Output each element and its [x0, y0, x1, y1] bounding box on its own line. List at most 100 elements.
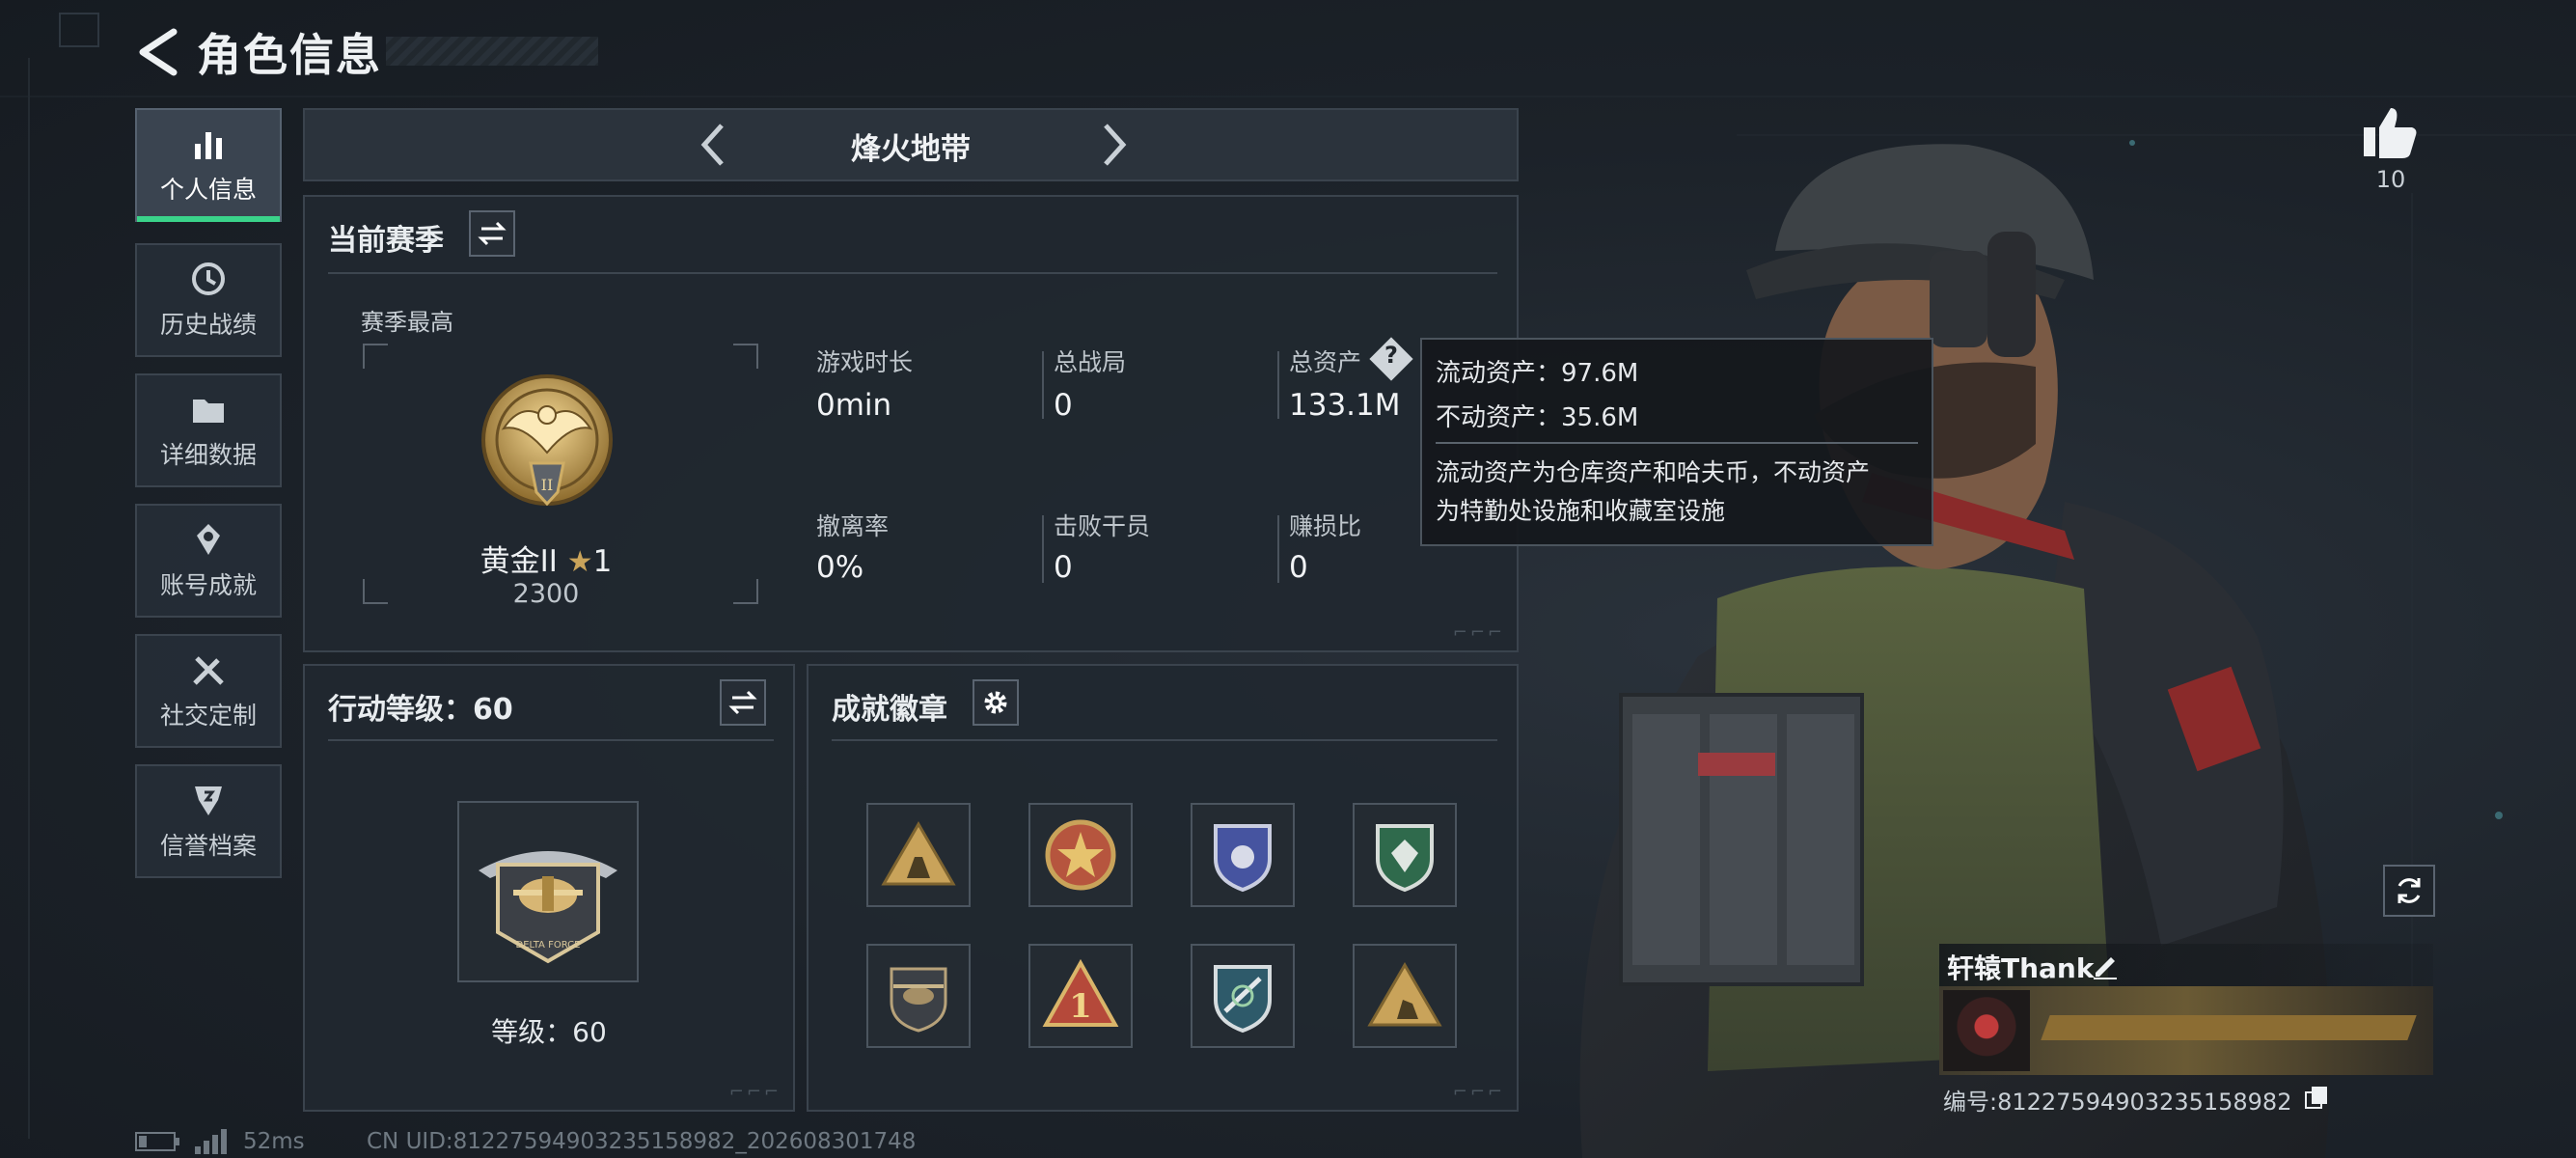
- stat-label: 撤离率: [816, 512, 890, 540]
- sidebar-item-detailed-data[interactable]: 详细数据: [135, 373, 282, 487]
- triangle-soldiers-badge-icon: [881, 821, 956, 886]
- chevron-right-icon[interactable]: [1094, 120, 1133, 170]
- panel-corner-decoration: ⌐⌐⌐: [1452, 622, 1505, 643]
- achievement-icon: [197, 524, 220, 555]
- sidebar-item-label: 社交定制: [159, 702, 257, 730]
- rank-stars: 1: [592, 544, 613, 579]
- stat-value: 0min: [816, 388, 892, 423]
- season-swap-button[interactable]: [469, 210, 515, 257]
- stat-value: 133.1M: [1289, 388, 1401, 423]
- action-level-panel: 行动等级：60 DELTA FORCE 等级：60 ⌐⌐⌐: [303, 664, 795, 1112]
- player-banner[interactable]: [1939, 986, 2433, 1075]
- fixed-assets-text: 不动资产：35.6M: [1436, 403, 1639, 432]
- divider: [1277, 515, 1279, 583]
- blue-shield-badge-icon: [1214, 824, 1272, 893]
- uid-text: CN UID:81227594903235158982_202608301748: [367, 1129, 917, 1154]
- stat-value: 0: [1289, 550, 1308, 585]
- season-panel: 当前赛季 赛季最高 II 黄金II ★1 2300 游戏时长 0min 总战局 …: [303, 195, 1519, 652]
- help-icon-glyph: ?: [1384, 342, 1398, 369]
- sidebar-item-social-custom[interactable]: 社交定制: [135, 634, 282, 748]
- shield-credit-icon: [195, 786, 222, 815]
- badge-slot[interactable]: [1353, 944, 1457, 1048]
- helicopter-badge-icon: [890, 967, 947, 1033]
- tools-icon: [193, 656, 224, 685]
- star-icon: ★: [566, 545, 593, 579]
- liquid-assets-text: 流动资产：97.6M: [1436, 359, 1639, 388]
- season-best-label: 赛季最高: [361, 309, 453, 336]
- title-bar: 角色信息: [135, 23, 382, 81]
- sidebar-item-label: 信誉档案: [159, 832, 257, 860]
- badge-slot[interactable]: [866, 944, 971, 1048]
- stat-value: 0%: [816, 550, 864, 585]
- stat-value: 0: [1054, 388, 1073, 423]
- badge-slot[interactable]: [1191, 944, 1295, 1048]
- stat-label: 游戏时长: [816, 348, 914, 376]
- edit-pencil-icon[interactable]: [2090, 950, 2121, 980]
- divider: [1042, 515, 1044, 583]
- back-arrow-icon[interactable]: [135, 28, 179, 76]
- helicopter-emblem-icon: DELTA FORCE: [479, 851, 617, 964]
- panel-corner-decoration: ⌐⌐⌐: [728, 1082, 781, 1102]
- achievements-panel: 成就徽章 1 ⌐⌐⌐: [807, 664, 1519, 1112]
- rank-name: 黄金II: [480, 544, 558, 579]
- badge-slot[interactable]: [1191, 803, 1295, 907]
- banner-weapon-art: [2041, 1015, 2417, 1040]
- frame-corner: [363, 344, 388, 369]
- action-level-swap-button[interactable]: [720, 679, 766, 726]
- likes-count: 10: [2375, 166, 2406, 193]
- refresh-button[interactable]: [2383, 865, 2435, 917]
- divider: [1277, 351, 1279, 419]
- star-emblem-badge-icon: [1045, 819, 1116, 891]
- badge-slot[interactable]: [1353, 803, 1457, 907]
- player-name-bar: 轩辕Thank: [1939, 944, 2433, 986]
- svg-text:1: 1: [1069, 987, 1092, 1026]
- battery-icon: [135, 1132, 179, 1151]
- badge-slot[interactable]: 1: [1028, 944, 1133, 1048]
- level-emblem-frame: DELTA FORCE: [457, 801, 639, 982]
- level-text: 等级：60: [491, 1016, 607, 1048]
- copy-icon[interactable]: [2304, 1085, 2329, 1110]
- stat-label: 总资产: [1289, 348, 1362, 376]
- refresh-icon: [2398, 878, 2421, 903]
- divider: [328, 272, 1497, 274]
- player-name: 轩辕Thank: [1947, 952, 2095, 984]
- sidebar-item-personal-info[interactable]: 个人信息: [135, 108, 282, 222]
- frame-corner: [733, 344, 758, 369]
- achievements-header: 成就徽章: [832, 693, 947, 727]
- divider: [328, 739, 774, 741]
- achievements-settings-button[interactable]: [973, 679, 1019, 726]
- svg-text:DELTA FORCE: DELTA FORCE: [516, 940, 581, 951]
- sidebar-item-label: 详细数据: [159, 441, 257, 469]
- badge-slot[interactable]: [1028, 803, 1133, 907]
- title-decoration: [386, 37, 598, 66]
- crossed-shield-badge-icon: [1214, 965, 1272, 1034]
- badge-slot[interactable]: [866, 803, 971, 907]
- stat-label: 总战局: [1054, 348, 1127, 376]
- divider: [832, 739, 1497, 741]
- sidebar-item-label: 个人信息: [159, 176, 257, 204]
- page-title: 角色信息: [197, 29, 382, 81]
- green-shield-badge-icon: [1376, 824, 1434, 893]
- kneeling-soldier-badge-icon: [1367, 962, 1442, 1027]
- sidebar-item-history[interactable]: 历史战绩: [135, 243, 282, 357]
- panel-corner-decoration: ⌐⌐⌐: [1452, 1082, 1505, 1102]
- player-avatar[interactable]: [1943, 990, 2030, 1071]
- svg-text:II: II: [541, 476, 554, 494]
- bar-chart-icon: [195, 132, 222, 159]
- stat-value: 0: [1054, 550, 1073, 585]
- gear-icon: [984, 691, 1007, 714]
- action-level-header: 行动等级：60: [328, 693, 513, 727]
- season-header: 当前赛季: [328, 224, 444, 258]
- signal-icon: [195, 1129, 227, 1154]
- number-one-badge-icon: 1: [1042, 958, 1119, 1027]
- assets-description-line-1: 流动资产为仓库资产和哈夫币，不动资产: [1436, 458, 1871, 486]
- assets-description-line-2: 为特勤处设施和收藏室设施: [1436, 497, 1726, 525]
- stat-label: 赚损比: [1289, 512, 1362, 540]
- mode-selector: 烽火地带: [303, 108, 1519, 181]
- thumbs-up-icon[interactable]: [2362, 104, 2418, 158]
- player-id: 编号:81227594903235158982: [1943, 1089, 2292, 1116]
- stat-label: 击败干员: [1054, 512, 1151, 540]
- sidebar-item-achievements[interactable]: 账号成就: [135, 504, 282, 618]
- assets-tooltip: 流动资产：97.6M 不动资产：35.6M 流动资产为仓库资产和哈夫币，不动资产…: [1420, 338, 1933, 546]
- sidebar-item-credit-record[interactable]: 信誉档案: [135, 764, 282, 878]
